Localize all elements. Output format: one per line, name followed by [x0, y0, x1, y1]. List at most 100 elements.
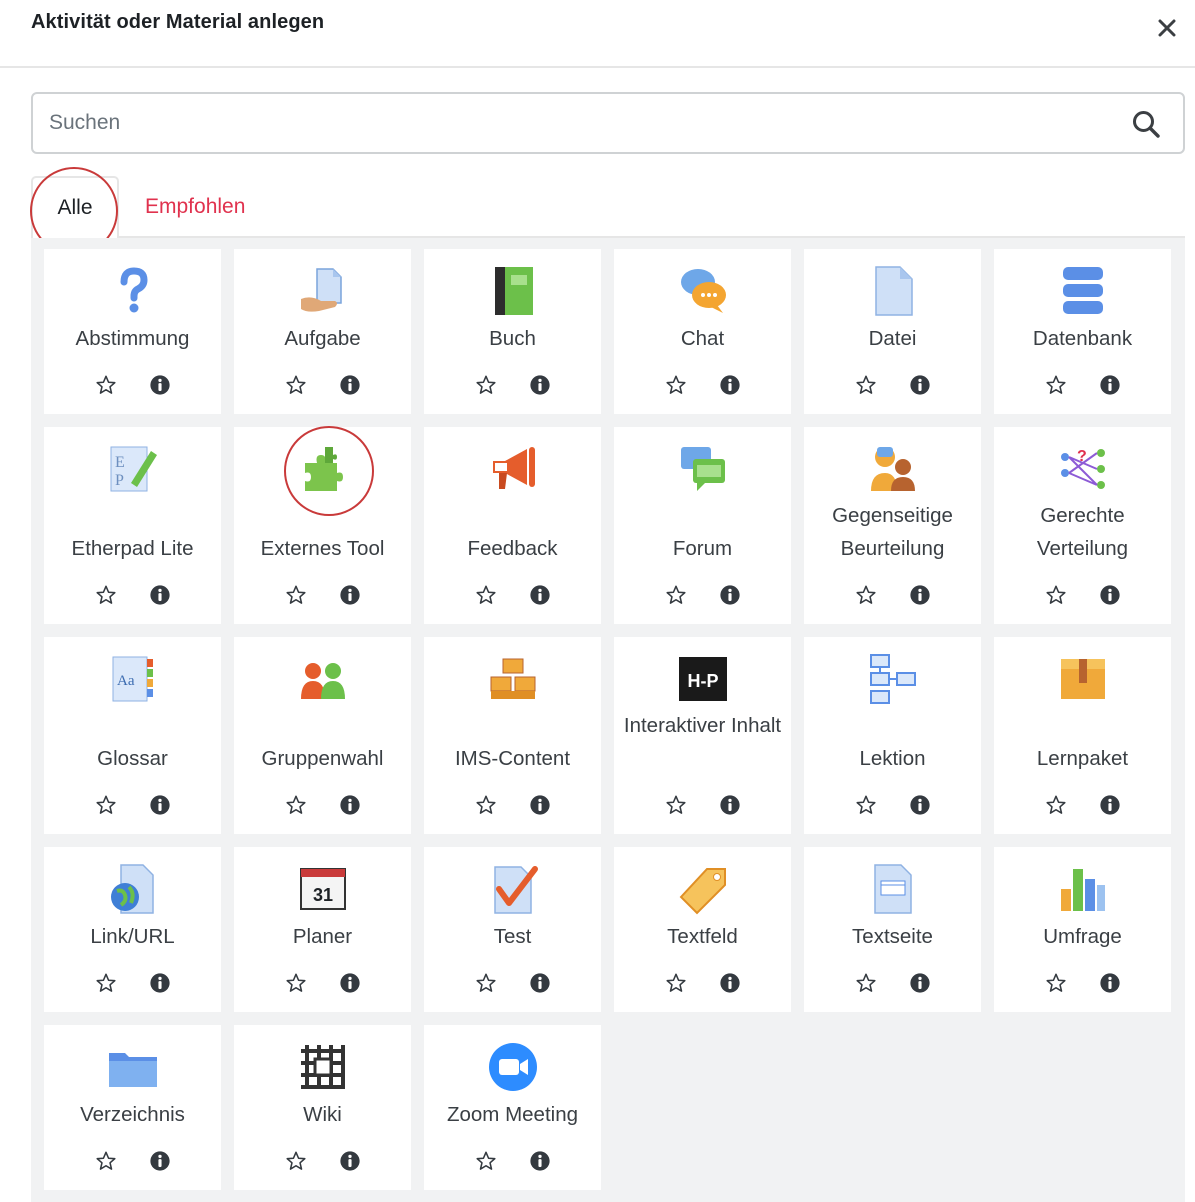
module-tile[interactable]: Verzeichnis: [44, 1025, 221, 1190]
star-icon[interactable]: [663, 372, 689, 398]
info-icon[interactable]: [147, 372, 173, 398]
star-icon[interactable]: [93, 1148, 119, 1174]
info-icon[interactable]: [337, 792, 363, 818]
info-icon[interactable]: [337, 582, 363, 608]
info-icon[interactable]: [717, 970, 743, 996]
module-tile[interactable]: Lernpaket: [994, 637, 1171, 834]
svg-text:P: P: [115, 472, 124, 489]
module-tile[interactable]: Datenbank: [994, 249, 1171, 414]
info-icon[interactable]: [1097, 582, 1123, 608]
module-tile[interactable]: Umfrage: [994, 847, 1171, 1012]
star-icon[interactable]: [663, 792, 689, 818]
info-icon[interactable]: [147, 582, 173, 608]
module-name: Datenbank: [1032, 327, 1133, 350]
module-actions: [804, 970, 981, 996]
star-icon[interactable]: [853, 792, 879, 818]
info-icon[interactable]: [1097, 792, 1123, 818]
module-tile[interactable]: Aa Glossar: [44, 637, 221, 834]
package-icon: [1057, 653, 1109, 705]
module-tile[interactable]: Aufgabe: [234, 249, 411, 414]
star-icon[interactable]: [283, 582, 309, 608]
module-tile[interactable]: Test: [424, 847, 601, 1012]
star-icon[interactable]: [473, 1148, 499, 1174]
star-icon[interactable]: [853, 582, 879, 608]
module-tile[interactable]: Zoom Meeting: [424, 1025, 601, 1190]
module-tile[interactable]: Link/URL: [44, 847, 221, 1012]
info-icon[interactable]: [907, 372, 933, 398]
module-grid: Abstimmung Aufgabe Buch Chat Datei Datenbank E…: [44, 249, 1171, 1190]
search-icon[interactable]: [1131, 109, 1161, 139]
tab-all[interactable]: Alle: [31, 176, 119, 240]
info-icon[interactable]: [1097, 970, 1123, 996]
module-tile[interactable]: Textseite: [804, 847, 981, 1012]
module-tile[interactable]: E P Etherpad Lite: [44, 427, 221, 624]
info-icon[interactable]: [527, 970, 553, 996]
star-icon[interactable]: [1043, 792, 1069, 818]
star-icon[interactable]: [853, 372, 879, 398]
star-icon[interactable]: [1043, 372, 1069, 398]
module-tile[interactable]: Datei: [804, 249, 981, 414]
module-tile[interactable]: Forum: [614, 427, 791, 624]
star-icon[interactable]: [473, 970, 499, 996]
module-tile[interactable]: Abstimmung: [44, 249, 221, 414]
star-icon[interactable]: [1043, 582, 1069, 608]
star-icon[interactable]: [283, 1148, 309, 1174]
star-icon[interactable]: [473, 582, 499, 608]
question-mark-icon: [107, 265, 159, 317]
star-icon[interactable]: [283, 372, 309, 398]
module-tile[interactable]: Chat: [614, 249, 791, 414]
star-icon[interactable]: [663, 970, 689, 996]
star-icon[interactable]: [1043, 970, 1069, 996]
info-icon[interactable]: [147, 792, 173, 818]
tab-recommended[interactable]: Empfohlen: [145, 176, 245, 238]
info-icon[interactable]: [1097, 372, 1123, 398]
search-input[interactable]: [47, 94, 1107, 152]
info-icon[interactable]: [907, 792, 933, 818]
star-icon[interactable]: [93, 792, 119, 818]
module-tile[interactable]: ? Gerechte Verteilung: [994, 427, 1171, 624]
module-actions: [234, 582, 411, 608]
module-name: Gerechte Verteilung: [1036, 504, 1129, 560]
info-icon[interactable]: [147, 1148, 173, 1174]
info-icon[interactable]: [527, 792, 553, 818]
star-icon[interactable]: [93, 582, 119, 608]
module-name: Aufgabe: [284, 327, 361, 350]
close-button[interactable]: [1153, 14, 1181, 42]
info-icon[interactable]: [717, 582, 743, 608]
modal-header: Aktivität oder Material anlegen: [0, 0, 1195, 68]
module-actions: [804, 582, 981, 608]
star-icon[interactable]: [473, 792, 499, 818]
info-icon[interactable]: [147, 970, 173, 996]
info-icon[interactable]: [337, 970, 363, 996]
info-icon[interactable]: [907, 970, 933, 996]
tab-bar: Alle Empfohlen: [31, 176, 1185, 240]
module-tile[interactable]: Wiki: [234, 1025, 411, 1190]
star-icon[interactable]: [283, 792, 309, 818]
star-icon[interactable]: [473, 372, 499, 398]
module-tile[interactable]: Gegenseitige Beurteilung: [804, 427, 981, 624]
module-tile[interactable]: Externes Tool: [234, 426, 411, 624]
info-icon[interactable]: [527, 372, 553, 398]
book-icon: [487, 265, 539, 317]
module-tile[interactable]: Feedback: [424, 427, 601, 624]
info-icon[interactable]: [527, 582, 553, 608]
info-icon[interactable]: [717, 792, 743, 818]
module-tile[interactable]: Lektion: [804, 637, 981, 834]
module-tile[interactable]: 31 Planer: [234, 847, 411, 1012]
star-icon[interactable]: [93, 372, 119, 398]
module-tile[interactable]: H-P Interaktiver Inhalt: [614, 637, 791, 834]
star-icon[interactable]: [283, 970, 309, 996]
info-icon[interactable]: [527, 1148, 553, 1174]
info-icon[interactable]: [717, 372, 743, 398]
module-tile[interactable]: Gruppenwahl: [234, 637, 411, 834]
module-tile[interactable]: IMS-Content: [424, 637, 601, 834]
info-icon[interactable]: [337, 372, 363, 398]
info-icon[interactable]: [337, 1148, 363, 1174]
module-tile[interactable]: Textfeld: [614, 847, 791, 1012]
calendar-icon: 31: [297, 863, 349, 915]
star-icon[interactable]: [93, 970, 119, 996]
module-tile[interactable]: Buch: [424, 249, 601, 414]
star-icon[interactable]: [853, 970, 879, 996]
star-icon[interactable]: [663, 582, 689, 608]
info-icon[interactable]: [907, 582, 933, 608]
